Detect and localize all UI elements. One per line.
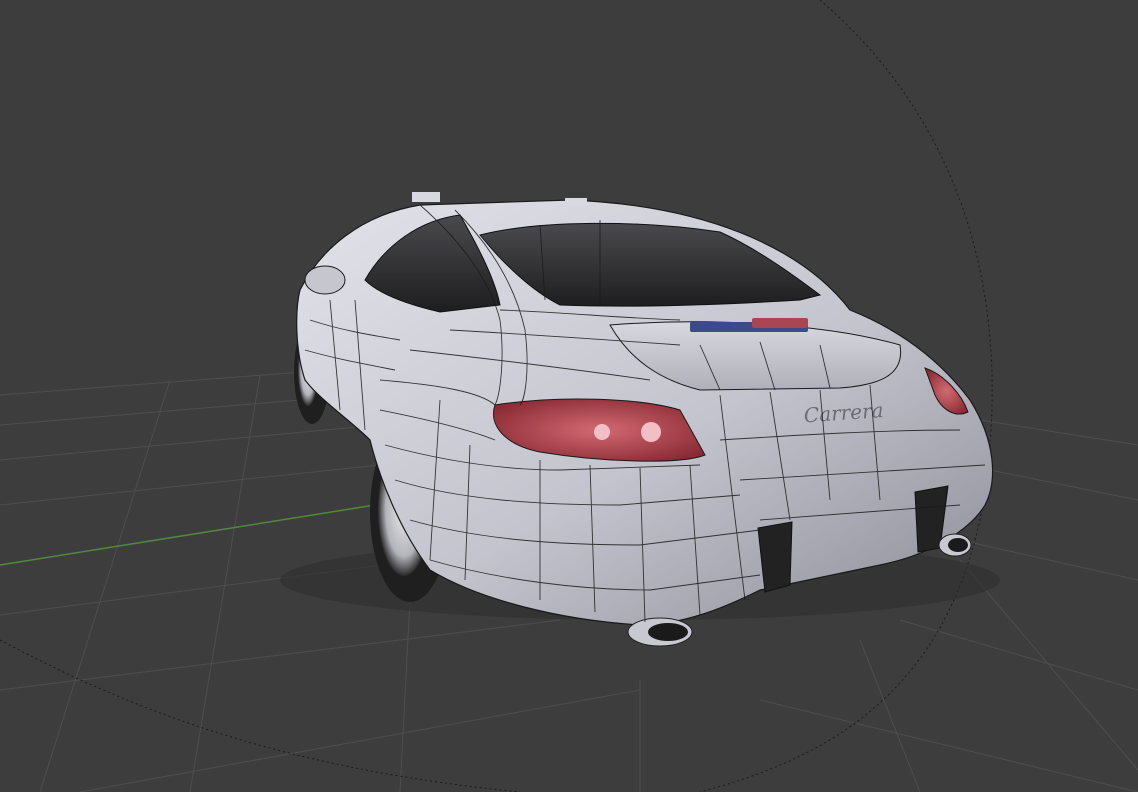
right-exhaust-inner	[948, 538, 968, 552]
view-navigation-circle-lower	[0, 639, 521, 792]
left-taillight-bulb-1	[594, 424, 610, 440]
3d-viewport[interactable]: Carrera	[0, 0, 1138, 792]
side-mirror	[304, 265, 346, 295]
car-model[interactable]: Carrera	[280, 192, 1000, 647]
roof-fin-left	[412, 192, 440, 202]
left-taillight-bulb-2	[641, 422, 661, 442]
y-axis-line	[0, 504, 376, 566]
third-brake-light-red	[752, 318, 808, 328]
viewport-canvas[interactable]: Carrera	[0, 0, 1138, 792]
left-exhaust-inner	[648, 623, 688, 641]
roof-fin-right	[565, 198, 587, 206]
